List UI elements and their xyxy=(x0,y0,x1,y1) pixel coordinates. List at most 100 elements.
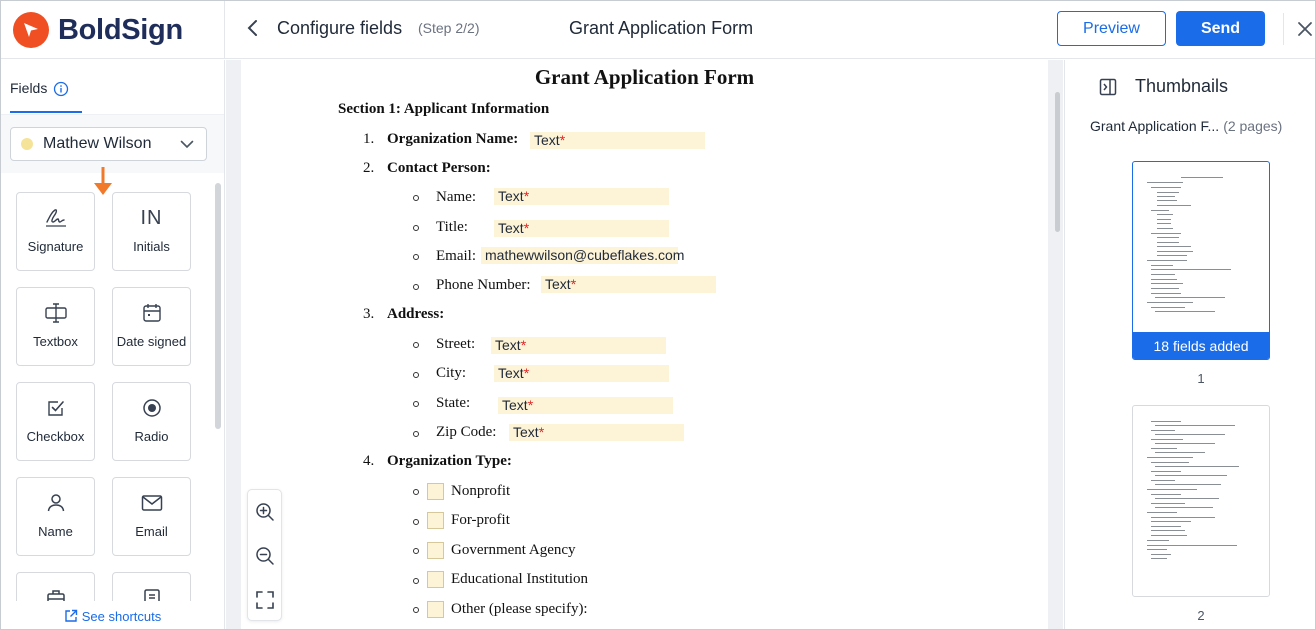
thumbnail-text-line xyxy=(1151,558,1167,559)
field-initials[interactable]: IN Initials xyxy=(112,192,191,271)
field-email[interactable]: Email xyxy=(112,477,191,556)
thumbnail-text-line xyxy=(1155,475,1227,476)
field-name[interactable]: Name xyxy=(16,477,95,556)
thumbnail-text-line xyxy=(1155,425,1235,426)
signer-name: Mathew Wilson xyxy=(43,135,152,152)
thumbnail-text-line xyxy=(1151,471,1181,472)
bullet xyxy=(413,284,419,290)
thumbnail-text-line xyxy=(1147,302,1193,303)
fit-page-button[interactable] xyxy=(254,589,276,611)
thumbnails-header: Thumbnails xyxy=(1098,76,1228,97)
text-field-city[interactable]: Text* xyxy=(494,365,669,382)
required-mark: * xyxy=(523,220,530,236)
thumbnail-text-line xyxy=(1155,466,1239,467)
checkbox-government-agency[interactable] xyxy=(427,542,444,559)
page-thumbnail-2[interactable] xyxy=(1132,405,1270,597)
field-textbox[interactable]: Textbox xyxy=(16,287,95,366)
email-field-value[interactable]: mathewwilson@cubeflakes.com xyxy=(481,247,684,264)
page-title: Configure fields xyxy=(277,18,403,38)
field-checkbox[interactable]: Checkbox xyxy=(16,382,95,461)
preview-button[interactable]: Preview xyxy=(1057,11,1166,46)
required-mark: * xyxy=(527,397,534,413)
thumbnail-text-line xyxy=(1147,182,1183,183)
text-field-street[interactable]: Text* xyxy=(491,337,666,354)
back-button[interactable] xyxy=(241,16,263,40)
tab-fields[interactable]: Fields xyxy=(10,80,82,114)
page-thumbnail-1[interactable]: 18 fields added xyxy=(1132,161,1270,360)
thumbnail-text-line xyxy=(1151,283,1183,284)
bullet xyxy=(413,225,419,231)
thumbnail-doc-info: Grant Application F... (2 pages) xyxy=(1090,118,1282,134)
field-caption: Phone Number: xyxy=(436,277,531,293)
field-caption: Contact Person: xyxy=(387,160,491,176)
item-number: 2. xyxy=(363,160,375,176)
field-label: Textbox xyxy=(33,334,78,349)
thumbnail-text-line xyxy=(1151,462,1189,463)
zoom-out-button[interactable] xyxy=(254,545,276,567)
text-field-title[interactable]: Text* xyxy=(494,220,669,237)
field-date-signed[interactable]: Date signed xyxy=(112,287,191,366)
info-icon[interactable] xyxy=(53,81,69,97)
panel-toggle-icon[interactable] xyxy=(1098,77,1118,97)
radio-icon xyxy=(141,396,163,420)
thumbnail-text-line xyxy=(1151,439,1183,440)
field-signature[interactable]: Signature xyxy=(16,192,95,271)
field-label: Radio xyxy=(134,429,169,444)
checkbox-other[interactable] xyxy=(427,601,444,618)
textbox-icon xyxy=(43,301,69,325)
required-mark: * xyxy=(520,337,527,353)
zoom-in-icon xyxy=(256,503,274,521)
field-caption: Title: xyxy=(436,219,468,235)
signer-color-dot xyxy=(21,138,33,150)
thumbnail-text-line xyxy=(1151,494,1181,495)
text-field-phone[interactable]: Text* xyxy=(541,276,716,293)
thumbnail-text-line xyxy=(1151,480,1175,481)
zoom-out-icon xyxy=(256,547,274,565)
text-field-zip[interactable]: Text* xyxy=(509,424,684,441)
option-label: Government Agency xyxy=(451,542,576,558)
text-field-organization-name[interactable]: Text* xyxy=(530,132,705,149)
thumbnail-text-line xyxy=(1151,503,1185,504)
thumbnail-text-line xyxy=(1155,297,1225,298)
text-field-state[interactable]: Text* xyxy=(498,397,673,414)
close-button[interactable] xyxy=(1294,18,1315,40)
thumbnail-text-line xyxy=(1157,200,1177,201)
thumbnail-text-line xyxy=(1151,530,1185,531)
zoom-in-button[interactable] xyxy=(254,501,276,523)
see-shortcuts-link[interactable]: See shortcuts xyxy=(1,601,224,629)
checkbox-nonprofit[interactable] xyxy=(427,483,444,500)
send-button[interactable]: Send xyxy=(1176,11,1265,46)
thumbnail-text-line xyxy=(1157,219,1171,220)
field-caption: Address: xyxy=(387,306,445,322)
signer-dropdown[interactable]: Mathew Wilson xyxy=(10,127,207,161)
thumbnail-text-line xyxy=(1157,214,1173,215)
thumbnail-text-line xyxy=(1151,274,1175,275)
bullet xyxy=(413,372,419,378)
sidebar-scrollbar[interactable] xyxy=(215,183,221,429)
thumbnail-page-number: 2 xyxy=(1197,608,1205,623)
fields-added-badge: 18 fields added xyxy=(1133,332,1269,359)
bullet xyxy=(413,489,419,495)
step-indicator: (Step 2/2) xyxy=(418,20,480,36)
field-radio[interactable]: Radio xyxy=(112,382,191,461)
text-field-name[interactable]: Text* xyxy=(494,188,669,205)
required-mark: * xyxy=(538,424,545,440)
checkbox-for-profit[interactable] xyxy=(427,512,444,529)
bullet xyxy=(413,401,419,407)
logo-mark-icon xyxy=(13,12,49,48)
field-label: Email xyxy=(135,524,168,539)
person-icon xyxy=(45,491,67,515)
document-scrollbar[interactable] xyxy=(1055,92,1060,232)
required-mark: * xyxy=(523,365,530,381)
thumbnail-text-line xyxy=(1157,228,1173,229)
field-placeholder: Text xyxy=(498,365,524,381)
thumbnail-text-line xyxy=(1151,521,1191,522)
thumbnail-text-line xyxy=(1157,205,1191,206)
tab-fields-label: Fields xyxy=(10,80,48,96)
checkbox-educational-institution[interactable] xyxy=(427,571,444,588)
thumbnail-text-line xyxy=(1157,192,1179,193)
initials-glyph: IN xyxy=(140,206,163,229)
thumbnail-text-line xyxy=(1147,540,1169,541)
app-window: BoldSign Configure fields (Step 2/2) Gra… xyxy=(0,0,1316,630)
field-caption: Name: xyxy=(436,189,476,205)
